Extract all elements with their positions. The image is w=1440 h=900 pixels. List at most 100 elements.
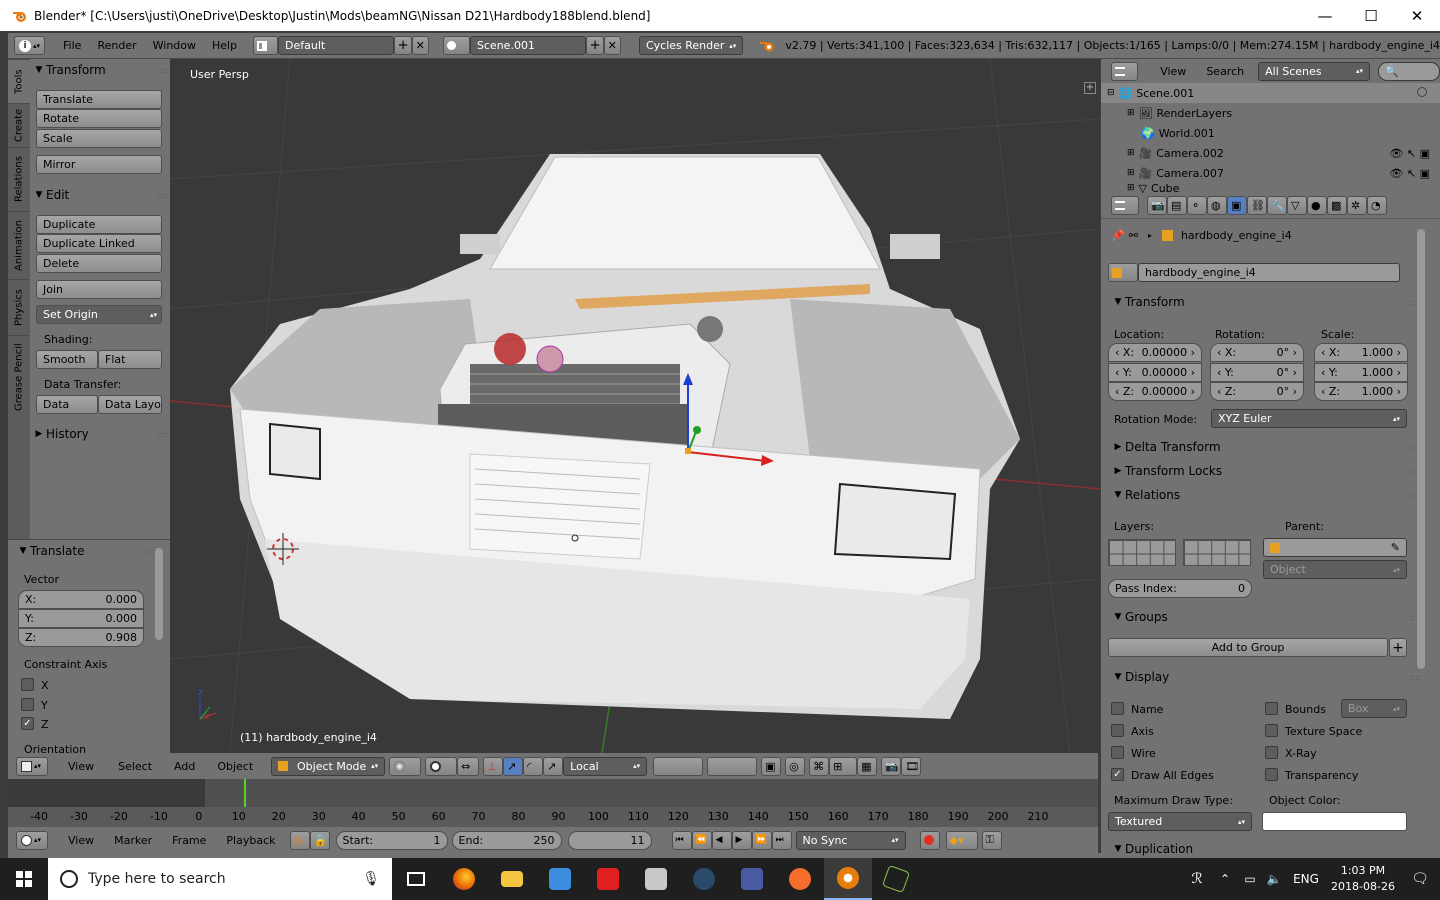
scale-field[interactable]: ‹ Y: 1.000 ›: [1314, 362, 1408, 382]
render-layers-tab-icon[interactable]: ▤: [1167, 196, 1187, 215]
duplicate-linked-button[interactable]: Duplicate Linked: [36, 234, 162, 253]
outliner-row-world[interactable]: 🌍 World.001: [1101, 123, 1440, 143]
action-center-icon[interactable]: 🗨: [1400, 871, 1440, 887]
menu-add[interactable]: Add: [166, 760, 203, 773]
jump-keyframe-forward-button[interactable]: ⏩: [751, 830, 772, 850]
outliner-editor-type-button[interactable]: [1111, 61, 1139, 81]
outliner-filter-select[interactable]: All Scenes ▴▾: [1258, 61, 1371, 81]
manipulator-space-icon[interactable]: ↗: [543, 756, 564, 776]
add-scene-button[interactable]: +: [585, 36, 604, 55]
outliner-menu-view[interactable]: View: [1152, 65, 1194, 78]
material-tab-icon[interactable]: ●: [1307, 196, 1327, 215]
taskbar-clock[interactable]: 1:03 PM 2018-08-26: [1326, 863, 1400, 895]
join-button[interactable]: Join: [36, 280, 162, 299]
layer-grid-a[interactable]: [653, 756, 704, 776]
pass-index-field[interactable]: Pass Index: 0: [1108, 579, 1252, 598]
play-button[interactable]: ▶: [731, 830, 752, 850]
delta-transform-header[interactable]: ▶ Delta Transform::::: [1111, 436, 1421, 458]
scale-manipulator-button[interactable]: ◜: [523, 756, 544, 776]
origin-icon[interactable]: [776, 858, 824, 900]
transform-locks-header[interactable]: ▶ Transform Locks::::: [1111, 460, 1421, 482]
store-icon[interactable]: [536, 858, 584, 900]
parent-type-select[interactable]: Object ▴▾: [1263, 560, 1407, 579]
scene-tab-icon[interactable]: ⚬: [1187, 196, 1207, 215]
tab-physics[interactable]: Physics: [8, 279, 30, 335]
snap-toggle-button[interactable]: ⌘: [809, 756, 830, 776]
taskbar-search[interactable]: Type here to search 🎙: [48, 858, 392, 900]
object-datablock-icon[interactable]: [1108, 263, 1138, 282]
translate-manipulator-button[interactable]: ⊥: [483, 756, 504, 776]
blender-taskbar-icon[interactable]: [824, 858, 872, 900]
vector-y-field[interactable]: Y: 0.000: [18, 609, 144, 628]
outliner-row-renderlayers[interactable]: ⊞ 🖼 RenderLayers: [1101, 103, 1440, 123]
info-editor-type-button[interactable]: i ▴▾: [14, 36, 46, 55]
operator-scrollbar[interactable]: [155, 548, 163, 640]
object-tab-icon[interactable]: ▣: [1227, 196, 1247, 215]
relations-header[interactable]: ▼ Relations::::: [1111, 484, 1421, 506]
delete-button[interactable]: Delete: [36, 254, 162, 273]
tab-grease-pencil[interactable]: Grease Pencil: [8, 335, 30, 419]
render-engine-select[interactable]: Cycles Render ▴▾: [638, 36, 744, 55]
snap-target-button[interactable]: ▦: [857, 756, 878, 776]
visibility-eye-icon[interactable]: 👁 ↖ ▣: [1389, 147, 1430, 160]
menu-timeline-view[interactable]: View: [60, 834, 102, 847]
tab-animation[interactable]: Animation: [8, 211, 30, 279]
insert-keyframe-icon[interactable]: ⚿: [981, 830, 1002, 850]
microphone-icon[interactable]: 🎙: [362, 871, 380, 887]
smooth-button[interactable]: Smooth: [36, 350, 98, 369]
orientation-select[interactable]: Local ▴▾: [563, 756, 648, 776]
photos-icon[interactable]: [632, 858, 680, 900]
vector-z-field[interactable]: Z: 0.908: [18, 628, 144, 647]
mirror-button[interactable]: Mirror: [36, 155, 162, 174]
translate-button[interactable]: Translate: [36, 90, 162, 109]
current-frame-field[interactable]: 11: [567, 830, 652, 850]
operator-panel-header[interactable]: ▼ Translate::::: [16, 540, 156, 562]
record-button[interactable]: [919, 830, 940, 850]
network-icon[interactable]: ▭: [1238, 872, 1262, 886]
eyedropper-icon[interactable]: ✎: [1391, 541, 1400, 554]
screen-layout-icon[interactable]: [253, 36, 279, 55]
add-layout-button[interactable]: +: [393, 36, 412, 55]
menu-view[interactable]: View: [60, 760, 102, 773]
remove-layout-button[interactable]: ✕: [411, 36, 430, 55]
rotate-button[interactable]: Rotate: [36, 109, 162, 128]
people-icon[interactable]: ℛ: [1182, 871, 1212, 887]
3d-viewport[interactable]: z x User Persp (11) hardbody_engine_i4 +: [170, 59, 1100, 753]
rotation-field[interactable]: ‹ Y: 0° ›: [1210, 362, 1304, 382]
layers-grid-a[interactable]: [1108, 539, 1176, 566]
parent-field[interactable]: ✎: [1263, 538, 1407, 557]
minimize-button[interactable]: —: [1302, 0, 1348, 31]
rotate-manipulator-button[interactable]: ↗: [503, 756, 524, 776]
proportional-edit-button[interactable]: ◎: [785, 756, 806, 776]
prop-transform-header[interactable]: ▼ Transform::::: [1111, 291, 1421, 313]
jump-end-button[interactable]: ⏭: [771, 830, 792, 850]
constraint-z-checkbox[interactable]: ✓: [21, 717, 34, 730]
data-tab-icon[interactable]: ▽: [1287, 196, 1307, 215]
xray-checkbox[interactable]: [1265, 746, 1278, 759]
scale-field[interactable]: ‹ X: 1.000 ›: [1314, 343, 1408, 362]
add-to-group-button[interactable]: Add to Group: [1108, 638, 1388, 657]
jump-start-button[interactable]: ⏮: [671, 830, 692, 850]
menu-select[interactable]: Select: [110, 760, 160, 773]
lock-layers-button[interactable]: ▣: [761, 756, 782, 776]
display-header[interactable]: ▼ Display::::: [1111, 666, 1421, 688]
lock-range-icon[interactable]: 🔒: [309, 830, 330, 850]
object-color-swatch[interactable]: [1262, 812, 1407, 831]
editor-type-button[interactable]: ▴▾: [16, 756, 48, 776]
display-bounds-checkbox[interactable]: [1265, 702, 1278, 715]
data-button[interactable]: Data: [36, 395, 98, 414]
menu-window[interactable]: Window: [145, 39, 204, 52]
history-panel-header[interactable]: ▶ History::::: [32, 423, 168, 445]
world-tab-icon[interactable]: ◍: [1207, 196, 1227, 215]
constraint-y-checkbox[interactable]: [21, 698, 34, 711]
scene-field[interactable]: Scene.001: [469, 36, 586, 55]
data-layout-button[interactable]: Data Layo: [98, 395, 162, 414]
layers-grid-b[interactable]: [1183, 539, 1251, 566]
end-frame-field[interactable]: End: 250: [451, 830, 562, 850]
show-hidden-icons-chevron[interactable]: ⌃: [1212, 872, 1238, 886]
scale-field[interactable]: ‹ Z: 1.000 ›: [1314, 382, 1408, 401]
menu-object[interactable]: Object: [209, 760, 261, 773]
render-animation-button[interactable]: 🎞: [901, 756, 922, 776]
timeline-editor-type-button[interactable]: ▴▾: [16, 830, 48, 850]
outliner-row-camera-002[interactable]: ⊞ 🎥 Camera.002 👁 ↖ ▣: [1101, 143, 1440, 163]
